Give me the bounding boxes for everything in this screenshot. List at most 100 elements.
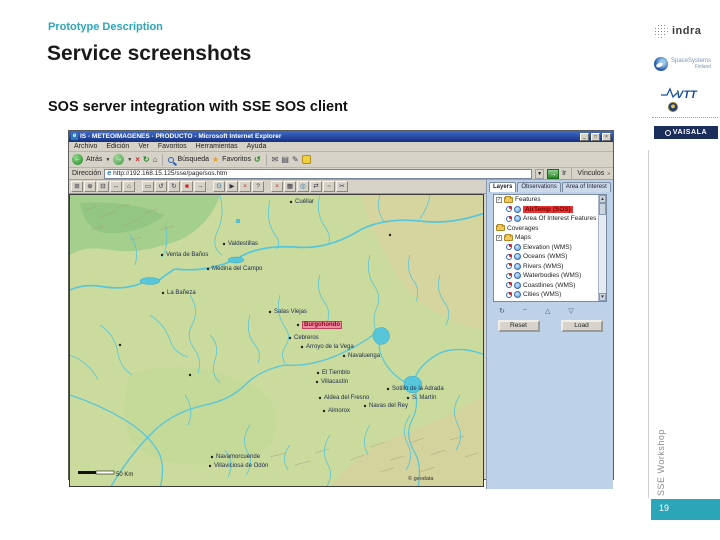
tool-pan[interactable]: ↔: [110, 181, 122, 192]
maximize-button[interactable]: □: [591, 132, 600, 141]
tree-row: Country Bound. (WMS): [494, 300, 606, 302]
home-icon[interactable]: ⌂: [153, 155, 158, 165]
vtt-logo-text: VTT: [676, 89, 698, 101]
tool-delete[interactable]: ×: [239, 181, 251, 192]
tool-clear[interactable]: ×: [271, 181, 283, 192]
messenger-icon[interactable]: [301, 155, 311, 164]
tool-target[interactable]: ◎: [297, 181, 309, 192]
map-viewport[interactable]: Cuéllar Valdestillas Venta de Baños Medi…: [69, 194, 484, 487]
tab-layers[interactable]: Layers: [489, 182, 517, 192]
address-input[interactable]: e http://192.168.15.125/sse/page/sos.htm: [104, 168, 533, 179]
menu-herramientas[interactable]: Herramientas: [196, 143, 238, 150]
tree-scrollbar[interactable]: ▲ ▼: [598, 195, 606, 301]
refresh-layers-icon[interactable]: ↻: [499, 307, 505, 315]
menu-ayuda[interactable]: Ayuda: [247, 143, 267, 150]
tab-area-of-interest[interactable]: Area of Interest: [561, 182, 611, 192]
close-button[interactable]: ×: [602, 132, 611, 141]
search-label[interactable]: Búsqueda: [177, 156, 209, 163]
tree-row: Rivers (WMS): [494, 262, 606, 272]
globe-icon: [514, 243, 521, 251]
tool-grid[interactable]: ▦: [284, 181, 296, 192]
remove-layer-icon[interactable]: −: [523, 307, 527, 315]
tool-profile[interactable]: ~: [323, 181, 335, 192]
tree-item-label[interactable]: Cities (WMS): [523, 291, 561, 298]
tool-undo[interactable]: ↺: [155, 181, 167, 192]
map-scalebar: [78, 470, 115, 475]
mail-icon[interactable]: ✉: [272, 155, 279, 165]
tool-zoom-out[interactable]: ⊟: [97, 181, 109, 192]
back-dropdown-icon[interactable]: ▼: [105, 157, 110, 163]
map-label: Valdestillas: [228, 241, 258, 247]
tool-zoom-box[interactable]: ⊞: [71, 181, 83, 192]
history-icon[interactable]: ↺: [254, 155, 261, 165]
go-label[interactable]: Ir: [562, 170, 566, 177]
map-label: Arroyo de la Vega: [306, 344, 354, 350]
minimize-button[interactable]: _: [580, 132, 589, 141]
address-url[interactable]: http://192.168.15.125/sse/page/sos.htm: [113, 170, 227, 177]
print-icon[interactable]: ▤: [281, 155, 289, 165]
tree-item-label[interactable]: Features: [515, 196, 541, 203]
tree-row: AirTemp (SOS): [494, 205, 606, 215]
tree-item-label-selected[interactable]: AirTemp (SOS): [523, 205, 573, 213]
tool-help[interactable]: ?: [252, 181, 264, 192]
menu-archivo[interactable]: Archivo: [74, 143, 97, 150]
search-icon[interactable]: [168, 156, 175, 163]
back-label[interactable]: Atrás: [86, 156, 102, 163]
tree-item-label[interactable]: Country Bound. (WMS): [523, 301, 590, 302]
menu-ver[interactable]: Ver: [138, 143, 149, 150]
globe-icon: [514, 281, 521, 289]
tool-full-extent[interactable]: ⌂: [123, 181, 135, 192]
tool-next-view[interactable]: →: [194, 181, 206, 192]
tool-cut[interactable]: ✂: [336, 181, 348, 192]
move-up-icon[interactable]: △: [545, 307, 550, 315]
favorites-icon[interactable]: ★: [212, 155, 219, 165]
forward-dropdown-icon[interactable]: ▼: [127, 157, 132, 163]
forward-button[interactable]: →: [113, 154, 125, 165]
favorites-label[interactable]: Favoritos: [222, 156, 251, 163]
layer-icon: [506, 263, 512, 270]
tree-item-label[interactable]: Coverages: [507, 225, 538, 232]
tool-zoom-in[interactable]: ⊕: [84, 181, 96, 192]
go-button[interactable]: →: [547, 168, 560, 179]
tool-swap[interactable]: ⇄: [310, 181, 322, 192]
stop-icon[interactable]: ×: [135, 155, 140, 165]
tree-row: Cities (WMS): [494, 290, 606, 300]
links-chevron-icon[interactable]: »: [607, 171, 610, 177]
address-label: Dirección: [72, 170, 102, 177]
tool-measure[interactable]: ▭: [142, 181, 154, 192]
address-dropdown-icon[interactable]: ▼: [535, 168, 545, 179]
scroll-down-icon[interactable]: ▼: [599, 293, 606, 301]
links-label[interactable]: Vínculos: [577, 170, 604, 177]
edit-icon[interactable]: ✎: [292, 155, 299, 165]
move-down-icon[interactable]: ▽: [568, 307, 573, 315]
tree-item-label[interactable]: Rivers (WMS): [523, 263, 563, 270]
scrollbar-thumb[interactable]: [599, 203, 606, 215]
map-label-selected[interactable]: Burgohondo: [302, 321, 342, 329]
scale-label: 50 Km: [116, 472, 134, 478]
tree-item-label[interactable]: Area Of Interest Features: [523, 215, 596, 222]
layer-icon: [506, 215, 512, 222]
panel-buttons: Reset Load: [487, 320, 613, 332]
tool-getmap[interactable]: G: [213, 181, 225, 192]
tab-observations[interactable]: Observations: [517, 182, 561, 192]
browser-titlebar[interactable]: e IS - METEOIMAGENES - PRODUCTO - Micros…: [69, 131, 613, 142]
tree-item-label[interactable]: Oceans (WMS): [523, 253, 567, 260]
load-button[interactable]: Load: [560, 320, 603, 332]
checkbox[interactable]: ✓: [496, 234, 502, 241]
browser-toolbar: ← Atrás ▼ → ▼ × ↻ ⌂ Búsqueda ★ Favoritos…: [69, 152, 613, 168]
refresh-icon[interactable]: ↻: [143, 155, 150, 165]
menu-favoritos[interactable]: Favoritos: [158, 143, 187, 150]
layer-icon: [506, 253, 512, 260]
menu-edicion[interactable]: Edición: [106, 143, 129, 150]
checkbox[interactable]: ✓: [496, 196, 502, 203]
tree-item-label[interactable]: Elevation (WMS): [523, 244, 572, 251]
tree-item-label[interactable]: Maps: [515, 234, 531, 241]
scroll-up-icon[interactable]: ▲: [599, 195, 606, 203]
reset-button[interactable]: Reset: [497, 320, 540, 332]
tool-redo[interactable]: ↻: [168, 181, 180, 192]
tree-item-label[interactable]: Waterbodies (WMS): [523, 272, 581, 279]
back-button[interactable]: ←: [72, 154, 83, 165]
tool-select[interactable]: ▶: [226, 181, 238, 192]
tree-item-label[interactable]: Coastlines (WMS): [523, 282, 575, 289]
tool-stop[interactable]: ■: [181, 181, 193, 192]
